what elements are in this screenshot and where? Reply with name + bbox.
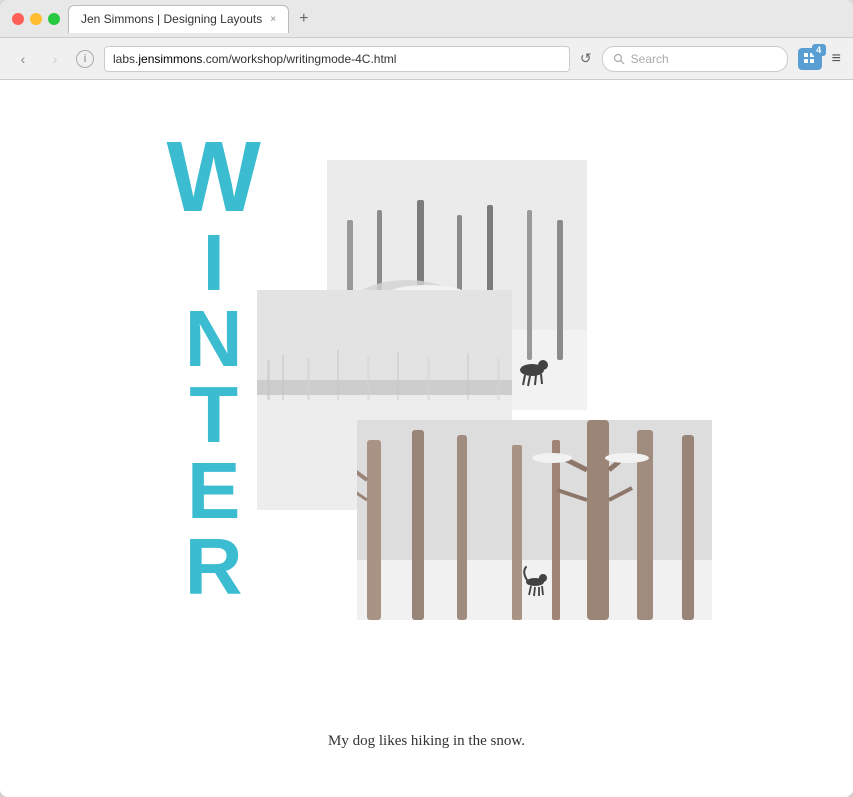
search-placeholder: Search (631, 52, 669, 66)
photo-bottom (357, 420, 712, 620)
winter-text: W I N T E R (167, 130, 261, 605)
winter-letter-i: I (203, 225, 225, 301)
caption-text: My dog likes hiking in the snow. (328, 733, 525, 749)
winter-letter-r: R (185, 529, 243, 605)
browser-window: Jen Simmons | Designing Layouts × + ‹ › … (0, 0, 853, 797)
caption: My dog likes hiking in the snow. (107, 733, 747, 750)
search-icon (613, 53, 625, 65)
traffic-lights (12, 13, 60, 25)
extensions-count: 4 (812, 44, 826, 56)
reload-button[interactable]: ↺ (580, 50, 592, 67)
winter-letter-n: N (185, 301, 243, 377)
extensions-button[interactable]: 4 (798, 48, 822, 70)
info-icon: i (83, 53, 86, 65)
title-bar: Jen Simmons | Designing Layouts × + (0, 0, 853, 38)
winter-letter-t: T (189, 377, 238, 453)
forward-button[interactable]: › (44, 48, 66, 70)
minimize-button[interactable] (30, 13, 42, 25)
tab-bar: Jen Simmons | Designing Layouts × + (68, 5, 841, 33)
info-button[interactable]: i (76, 50, 94, 68)
page-content: W I N T E R (0, 80, 853, 797)
url-domain: jensimmons (138, 52, 202, 66)
maximize-button[interactable] (48, 13, 60, 25)
active-tab[interactable]: Jen Simmons | Designing Layouts × (68, 5, 289, 33)
url-bar[interactable]: labs.jensimmons.com/workshop/writingmode… (104, 46, 570, 72)
winter-letter-w: W (167, 130, 261, 225)
url-suffix: .com/workshop/writingmode-4C.html (202, 52, 396, 66)
back-button[interactable]: ‹ (12, 48, 34, 70)
url-prefix: labs. (113, 52, 138, 66)
extensions-wrapper: 4 (798, 48, 822, 70)
layout-container: W I N T E R (107, 120, 747, 700)
search-bar[interactable]: Search (602, 46, 788, 72)
menu-button[interactable]: ≡ (832, 50, 841, 68)
tab-close-button[interactable]: × (270, 14, 276, 25)
tab-title: Jen Simmons | Designing Layouts (81, 12, 262, 26)
address-bar: ‹ › i labs.jensimmons.com/workshop/writi… (0, 38, 853, 80)
new-tab-button[interactable]: + (293, 10, 314, 28)
close-button[interactable] (12, 13, 24, 25)
winter-letter-e: E (187, 453, 240, 529)
photo-bottom-scene (357, 420, 712, 620)
